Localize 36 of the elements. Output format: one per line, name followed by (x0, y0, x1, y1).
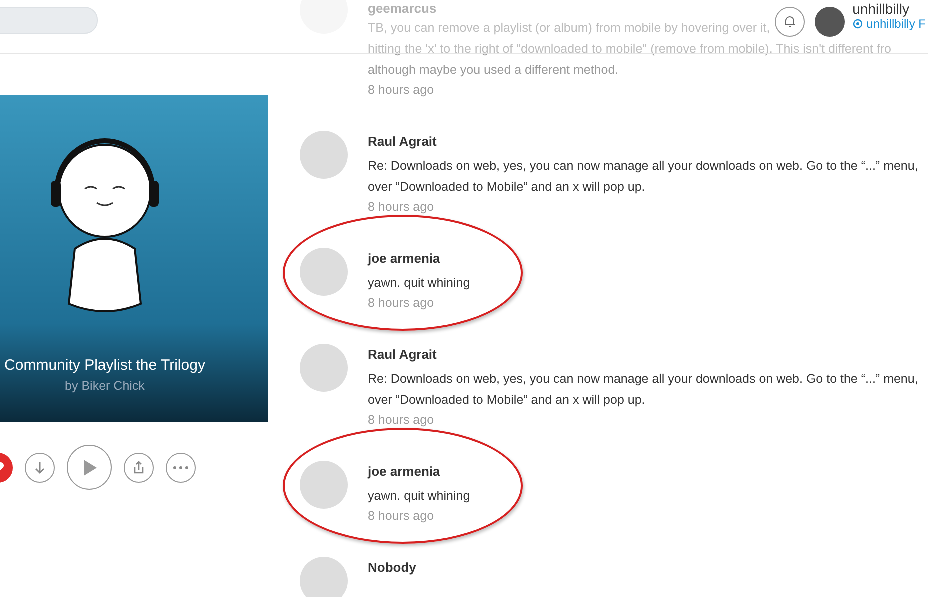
comment-author[interactable]: Raul Agrait (368, 346, 437, 364)
user-avatar[interactable] (814, 6, 845, 36)
comment-time: 8 hours ago (368, 508, 436, 525)
comment-time: 8 hours ago (368, 412, 436, 429)
more-button[interactable] (166, 452, 196, 482)
username[interactable]: unhillbilly (852, 0, 926, 16)
comment-text-line: yawn. quit whining (368, 275, 470, 292)
comment-time: 8 hours ago (368, 199, 436, 216)
comment-text-line: TB, you can remove a playlist (or album) from mobile by hovering over it, (368, 20, 770, 37)
playlist-owner: by Biker Chick (65, 379, 145, 393)
download-button[interactable] (25, 452, 55, 482)
bell-icon (784, 15, 796, 28)
more-icon (173, 466, 189, 470)
profile-link[interactable]: unhillbilly F (866, 16, 926, 30)
comment-author[interactable]: Nobody (368, 559, 416, 577)
album-cover[interactable]: Community Playlist the Trilogy by Biker Chick (0, 95, 268, 422)
comment-text-line: although maybe you used a different method. (368, 62, 619, 79)
comment-author[interactable]: joe armenia (368, 463, 440, 481)
comment-time: 8 hours ago (368, 82, 436, 99)
comment-text-line: hitting the 'x' to the right of "downloaded to mobile" (remove from mobile). This isn't different fro (368, 41, 892, 58)
notifications-button[interactable] (774, 6, 805, 36)
share-button[interactable] (124, 452, 154, 482)
comment-text-line: over “Downloaded to Mobile” and an x will pop up. (368, 392, 646, 409)
share-icon (133, 460, 145, 474)
download-icon (34, 460, 46, 474)
comment-text-line: Re: Downloads on web, yes, you can now manage all your downloads on web. Go to the “...” menu, (368, 371, 918, 388)
broadcast-icon (852, 18, 863, 28)
play-button[interactable] (67, 445, 112, 490)
comment-text-line: Re: Downloads on web, yes, you can now manage all your downloads on web. Go to the “...” menu, (368, 158, 918, 175)
comment-author[interactable]: Raul Agrait (368, 133, 437, 151)
play-icon (82, 458, 98, 476)
comment-author[interactable]: joe armenia (368, 250, 440, 268)
comment-time: 8 hours ago (368, 295, 436, 312)
comment-text-line: over “Downloaded to Mobile” and an x will pop up. (368, 179, 646, 196)
comment-text-line: yawn. quit whining (368, 488, 470, 505)
playlist-title: Community Playlist the Trilogy (4, 357, 206, 374)
